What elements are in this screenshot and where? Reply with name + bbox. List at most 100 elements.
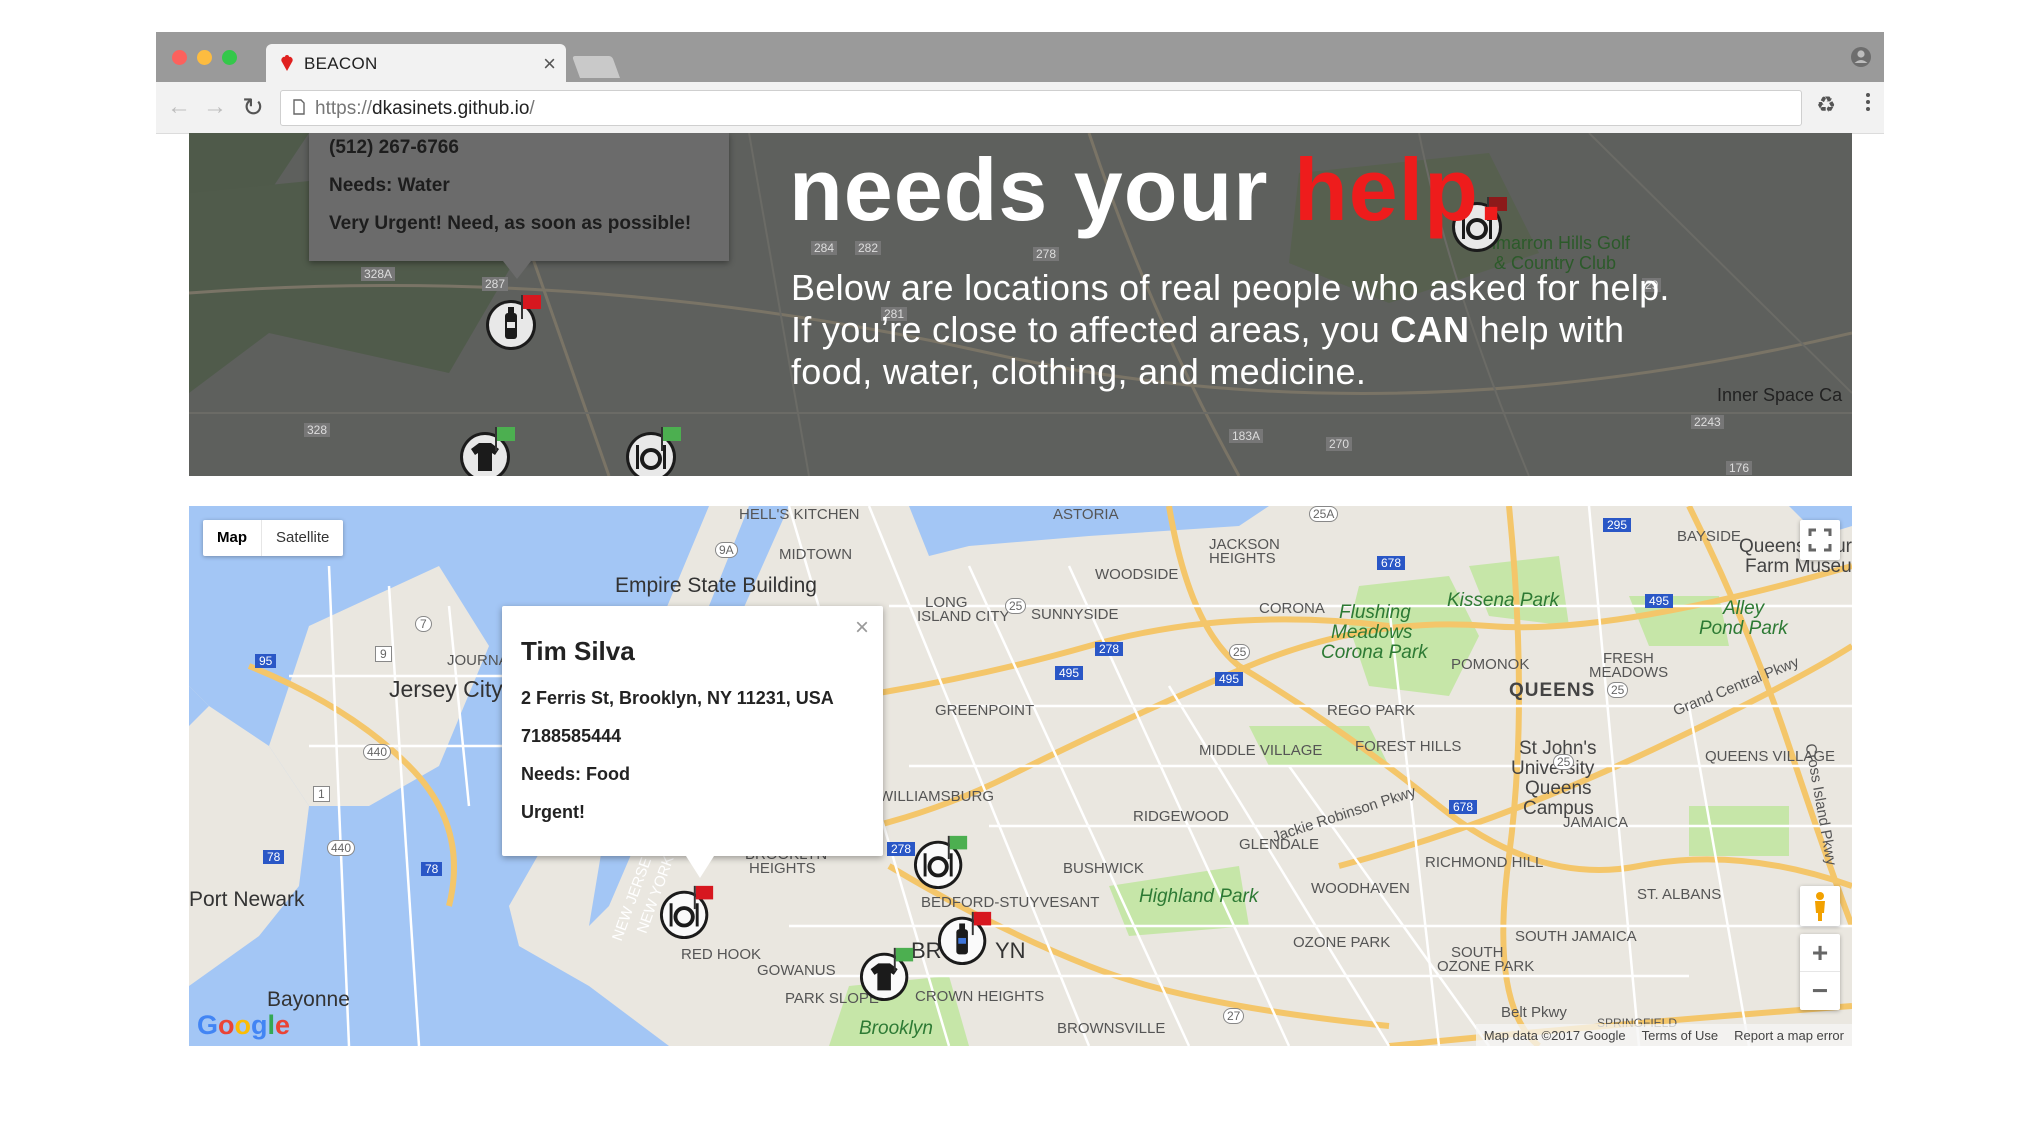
map-label: MEADOWS — [1589, 664, 1669, 681]
hero-info-window: (512) 267-6766 Needs: Water Very Urgent!… — [309, 133, 729, 261]
water-bottle-icon[interactable] — [937, 908, 995, 966]
map-type-control: Map Satellite — [203, 520, 344, 556]
zoom-out-button[interactable]: − — [1800, 972, 1840, 1009]
route-shield: 25A — [1309, 506, 1339, 522]
route-shield: 27 — [1223, 1008, 1245, 1024]
map-label: WOODSIDE — [1095, 566, 1179, 583]
map-label: ST. ALBANS — [1637, 886, 1722, 903]
map-label: Pond Park — [1699, 618, 1788, 639]
info-needs: Needs: Water — [329, 175, 450, 196]
map-label: Meadows — [1331, 622, 1413, 643]
info-urgency: Very Urgent! Need, as soon as possible! — [329, 213, 692, 234]
route-shield: 25 — [1229, 644, 1251, 660]
map-label: HEIGHTS — [749, 860, 816, 877]
map-label: OZONE PARK — [1437, 958, 1535, 975]
fullscreen-icon[interactable] — [1800, 520, 1840, 560]
map-label: JAMAICA — [1563, 814, 1629, 831]
zoom-control: + − — [1800, 934, 1840, 1010]
map-label: HEIGHTS — [1209, 550, 1276, 567]
road-shield: 328 — [304, 423, 331, 437]
address-bar[interactable]: https://dkasinets.github.io/ — [280, 90, 1802, 126]
map-label: Bayonne — [267, 988, 350, 1011]
interstate-shield: 278 — [1095, 642, 1124, 656]
hero-subtitle: Below are locations of real people who a… — [791, 267, 1670, 392]
map-footer: Map data ©2017 Google Terms of Use Repor… — [1475, 1024, 1852, 1046]
map-info-window: × Tim Silva 2 Ferris St, Brooklyn, NY 11… — [502, 606, 883, 856]
info-phone: (512) 267-6766 — [329, 137, 459, 158]
shirt-icon[interactable] — [459, 423, 519, 476]
close-window-button[interactable] — [172, 50, 187, 65]
interstate-shield: 678 — [1377, 556, 1406, 570]
info-address: 2 Ferris St, Brooklyn, NY 11231, USA — [521, 688, 834, 708]
tab-beacon[interactable]: BEACON × — [266, 44, 566, 82]
map-label: BUSHWICK — [1063, 860, 1144, 877]
profile-icon[interactable] — [1850, 46, 1872, 68]
map-label: REGO PARK — [1327, 702, 1416, 719]
tab-close-icon[interactable]: × — [543, 51, 556, 77]
road-shield: 287 — [482, 277, 509, 291]
map-tiles — [189, 506, 1852, 1046]
interstate-shield: 678 — [1449, 800, 1478, 814]
map-label: RED HOOK — [681, 946, 762, 963]
minimize-window-button[interactable] — [197, 50, 212, 65]
map-label: Brooklyn — [859, 1018, 933, 1039]
info-window-tail — [503, 261, 531, 279]
map-label: HELL'S KITCHEN — [739, 506, 860, 523]
browser-window: BEACON × ← → ↻ https://dkasinets.github.… — [156, 32, 1884, 134]
info-name: Tim Silva — [521, 636, 635, 666]
google-logo: Google — [197, 1010, 291, 1040]
reload-icon[interactable]: ↻ — [238, 92, 268, 122]
map-type-map-button[interactable]: Map — [203, 520, 261, 556]
road-shield: 278 — [1033, 247, 1060, 261]
extension-icon[interactable]: ♻ — [1816, 92, 1836, 118]
water-bottle-icon[interactable] — [485, 291, 545, 351]
info-phone: 7188585444 — [521, 726, 622, 746]
route-shield: 440 — [363, 744, 392, 760]
shirt-icon[interactable] — [859, 944, 917, 1002]
road-shield: 284 — [811, 241, 838, 255]
new-tab-button[interactable] — [571, 56, 621, 78]
map-data-credit: Map data ©2017 Google — [1483, 1027, 1626, 1043]
terms-link[interactable]: Terms of Use — [1634, 1028, 1727, 1043]
map-label: Alley — [1723, 598, 1765, 619]
report-error-link[interactable]: Report a map error — [1726, 1028, 1852, 1043]
browser-menu-icon[interactable] — [1866, 92, 1870, 112]
forward-arrow-icon[interactable]: → — [200, 92, 230, 122]
plate-fork-knife-icon[interactable] — [659, 882, 717, 940]
help-requests-map[interactable]: Empire State Building Jersey City Port N… — [189, 506, 1852, 1046]
street-view-pegman-icon[interactable] — [1800, 886, 1840, 926]
interstate-shield: 495 — [1215, 672, 1244, 686]
map-label: CORONA — [1259, 600, 1325, 617]
road-shield: 2243 — [1691, 415, 1724, 429]
plate-fork-knife-icon[interactable] — [625, 423, 685, 476]
back-arrow-icon[interactable]: ← — [164, 92, 194, 122]
map-label: Highland Park — [1139, 886, 1259, 907]
browser-toolbar: ← → ↻ https://dkasinets.github.io/ ♻ — [156, 82, 1884, 134]
route-shield: 25 — [1005, 598, 1027, 614]
hero-headline: needs your help. — [789, 140, 1505, 239]
title-bar: BEACON × — [156, 32, 1884, 82]
map-label: Jersey City — [389, 676, 503, 702]
map-label: RIDGEWOOD — [1133, 808, 1229, 825]
map-label: MIDDLE VILLAGE — [1199, 742, 1323, 759]
maximize-window-button[interactable] — [222, 50, 237, 65]
interstate-shield: 495 — [1645, 594, 1674, 608]
route-shield: 25 — [1607, 682, 1629, 698]
close-icon[interactable]: × — [855, 614, 869, 642]
road-shield: 270 — [1326, 437, 1353, 451]
map-label: GREENPOINT — [935, 702, 1035, 719]
url-text: https://dkasinets.github.io/ — [315, 98, 535, 119]
zoom-in-button[interactable]: + — [1800, 934, 1840, 972]
map-label: Corona Park — [1321, 642, 1428, 663]
route-shield: 7 — [415, 616, 432, 632]
info-needs: Needs: Food — [521, 764, 631, 784]
info-urgency: Urgent! — [521, 802, 585, 822]
plate-fork-knife-icon[interactable] — [913, 832, 971, 890]
road-shield: 183A — [1229, 429, 1264, 443]
map-label: QUEENS — [1509, 680, 1596, 701]
map-label: Flushing — [1339, 602, 1411, 623]
tab-title: BEACON — [304, 54, 378, 73]
route-shield: 25 — [1553, 754, 1575, 770]
map-label: WOODHAVEN — [1311, 880, 1410, 897]
map-type-satellite-button[interactable]: Satellite — [262, 520, 343, 556]
